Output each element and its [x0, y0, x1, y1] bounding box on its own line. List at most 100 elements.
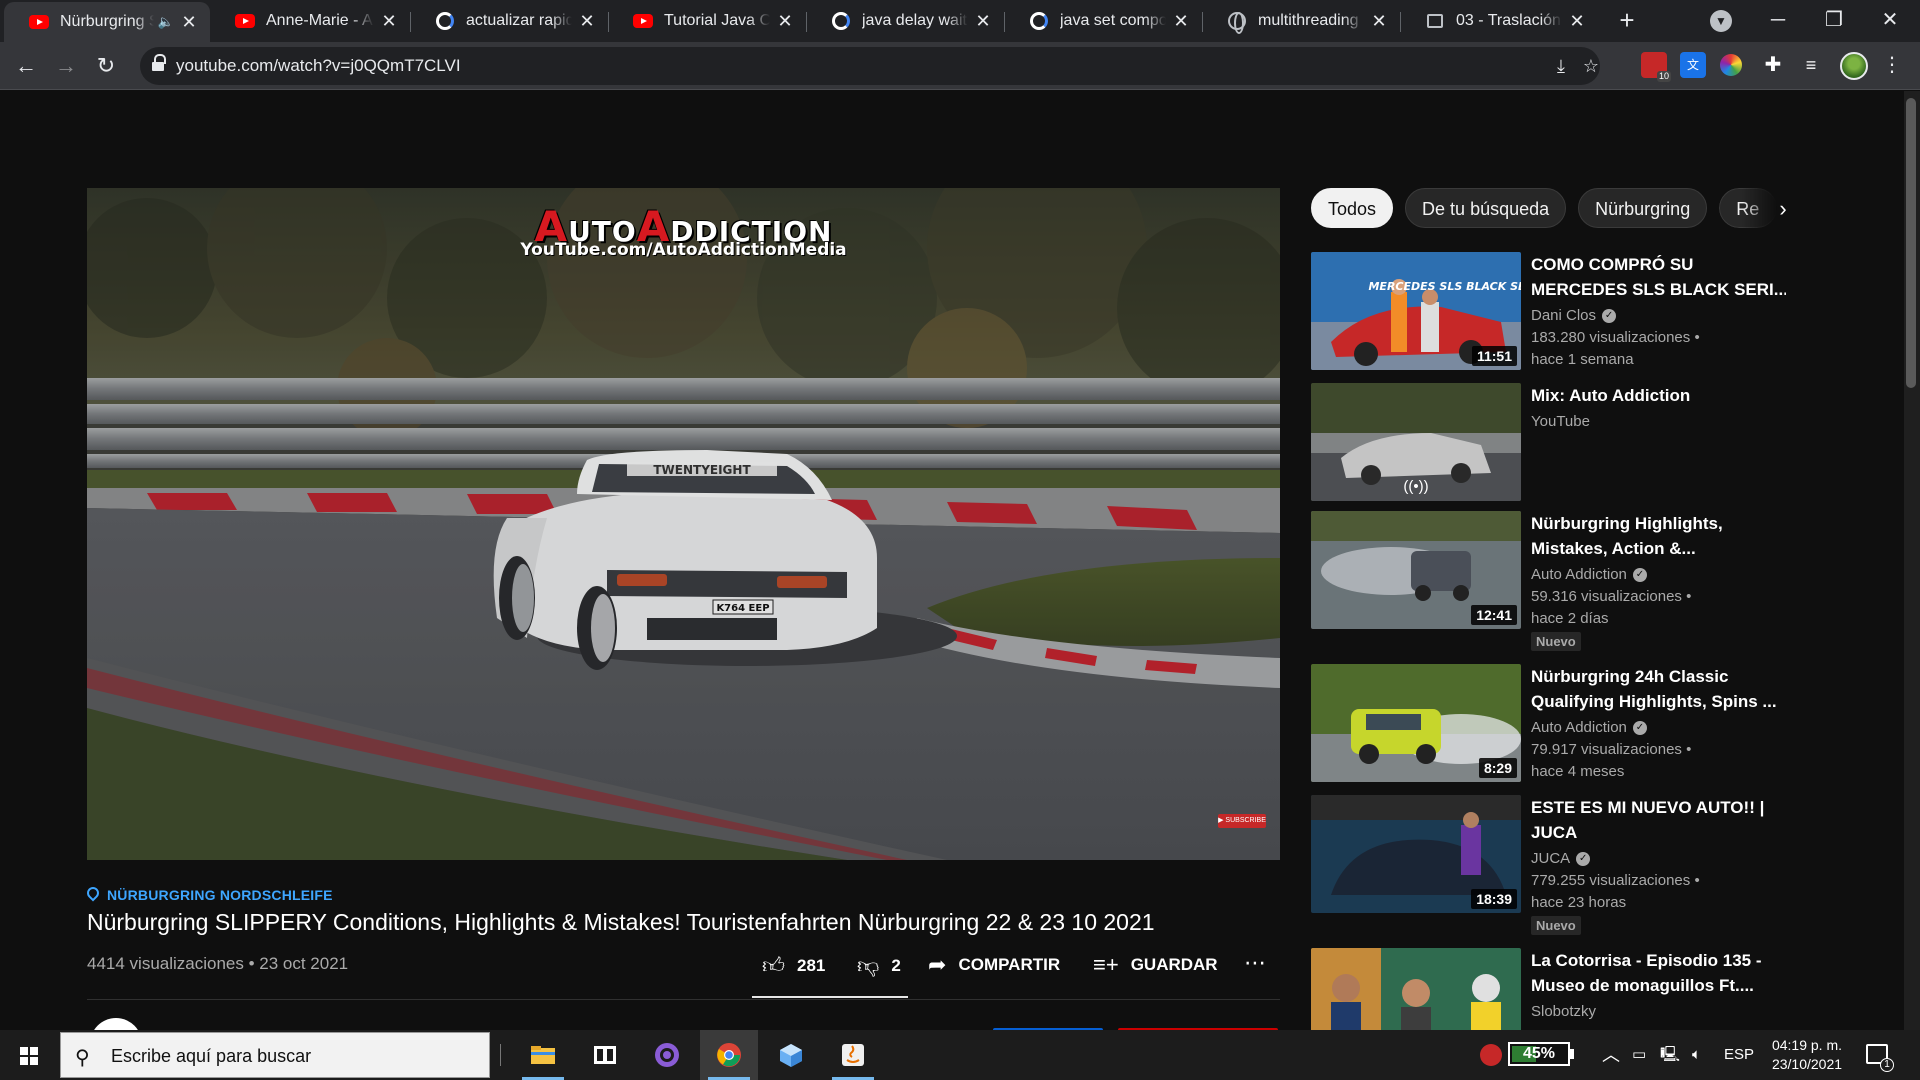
- close-icon[interactable]: ✕: [974, 12, 992, 30]
- close-icon[interactable]: ✕: [1568, 12, 1586, 30]
- 3d-viewer-button[interactable]: [762, 1030, 820, 1080]
- save-button[interactable]: ≡+ GUARDAR: [1093, 952, 1218, 978]
- video-thumbnail[interactable]: [1311, 948, 1521, 1030]
- rec-channel-name[interactable]: Auto Addiction ✓: [1531, 719, 1647, 736]
- dislike-button[interactable]: 👎︎ 2: [857, 952, 901, 979]
- system-clock[interactable]: 04:19 p. m. 23/10/2021: [1762, 1036, 1852, 1074]
- adblock-icon[interactable]: 10: [1641, 52, 1671, 82]
- lock-icon[interactable]: [152, 54, 166, 72]
- video-player[interactable]: TWENTYEIGHT K764 EEP AUTOADDICTION YouTu…: [87, 188, 1280, 860]
- rec-channel-name[interactable]: Slobotzky: [1531, 1003, 1596, 1020]
- profile-avatar[interactable]: [1840, 52, 1868, 80]
- color-picker-icon[interactable]: [1720, 54, 1742, 76]
- java-icon: [842, 1044, 864, 1066]
- network-icon[interactable]: 🖳︎: [1660, 1030, 1680, 1080]
- mix-thumbnail[interactable]: ((•)): [1311, 383, 1521, 501]
- close-icon[interactable]: ✕: [1370, 12, 1388, 30]
- install-app-icon[interactable]: ⤓: [1550, 55, 1572, 77]
- new-tab-button[interactable]: +: [1612, 6, 1642, 36]
- location-text[interactable]: NÜRBURGRING NORDSCHLEIFE: [107, 887, 333, 903]
- tab-title: Anne-Marie - Alarm: [266, 12, 374, 29]
- battery-tip: [1570, 1049, 1574, 1059]
- github-desktop-button[interactable]: [638, 1030, 696, 1080]
- chevron-up-icon[interactable]: ︿: [1602, 1030, 1620, 1080]
- antivirus-icon[interactable]: [1480, 1030, 1502, 1080]
- url-text[interactable]: youtube.com/watch?v=j0QQmT7CLVI: [176, 56, 461, 76]
- rec-video-title[interactable]: La Cotorrisa - Episodio 135 - Museo de m…: [1531, 948, 1786, 998]
- speaker-icon[interactable]: 🔈: [158, 14, 174, 30]
- media-queue-icon[interactable]: ≡: [1798, 52, 1824, 78]
- puzzle-icon[interactable]: ✚: [1760, 52, 1786, 78]
- tab-java-set-component[interactable]: java set component ✕: [1004, 0, 1202, 42]
- tab-title: Nürburgring SLIPPERY Conditions: [60, 13, 154, 30]
- start-button[interactable]: [0, 1030, 58, 1080]
- rec-video-title[interactable]: COMO COMPRÓ SU MERCEDES SLS BLACK SERI..…: [1531, 252, 1786, 302]
- chevron-right-icon[interactable]: ›: [1770, 196, 1796, 222]
- rec-video-title[interactable]: Mix: Auto Addiction: [1531, 383, 1786, 408]
- file-explorer-button[interactable]: [514, 1030, 572, 1080]
- recommendation-item[interactable]: MERCEDES SLS BLACK SERIES 11:51 COMO COM…: [1311, 252, 1891, 370]
- share-button[interactable]: ➦ COMPARTIR: [928, 952, 1060, 978]
- chip-todos[interactable]: Todos: [1311, 188, 1394, 228]
- close-icon[interactable]: ✕: [380, 12, 398, 30]
- tab-anne-marie[interactable]: Anne-Marie - Alarm ✕: [210, 0, 410, 42]
- close-window-button[interactable]: ✕: [1862, 0, 1918, 42]
- language-indicator[interactable]: ESP: [1724, 1030, 1754, 1080]
- rec-channel-name[interactable]: YouTube: [1531, 413, 1590, 430]
- taskbar-search[interactable]: ⚲ Escribe aquí para buscar: [60, 1032, 490, 1078]
- tab-tutorial-java[interactable]: Tutorial Java Cambiar ✕: [608, 0, 806, 42]
- video-thumbnail[interactable]: MERCEDES SLS BLACK SERIES 11:51: [1311, 252, 1521, 370]
- forward-button[interactable]: →: [50, 50, 82, 82]
- chrome-taskbar-button[interactable]: [700, 1030, 758, 1080]
- reader-app-button[interactable]: [576, 1030, 634, 1080]
- reload-button[interactable]: ↻: [90, 50, 122, 82]
- chrome-menu-icon[interactable]: ⋮: [1882, 50, 1902, 80]
- close-icon[interactable]: ✕: [1172, 12, 1190, 30]
- close-icon[interactable]: ✕: [776, 12, 794, 30]
- video-duration: 18:39: [1471, 889, 1517, 909]
- video-thumbnail[interactable]: 12:41: [1311, 511, 1521, 629]
- volume-icon[interactable]: 🔈︎: [1692, 1030, 1701, 1080]
- rec-video-title[interactable]: ESTE ES MI NUEVO AUTO!! | JUCA: [1531, 795, 1786, 845]
- tab-nurburgring[interactable]: Nürburgring SLIPPERY Conditions 🔈 ✕: [4, 2, 210, 42]
- recommendation-item[interactable]: 8:29 Nürburgring 24h Classic Qualifying …: [1311, 664, 1891, 782]
- location-link[interactable]: NÜRBURGRING NORDSCHLEIFE: [87, 887, 333, 903]
- like-button[interactable]: 👍︎ 281: [762, 952, 825, 979]
- rec-channel-name[interactable]: JUCA ✓: [1531, 850, 1591, 867]
- video-thumbnail[interactable]: 18:39: [1311, 795, 1521, 913]
- recommendation-item[interactable]: 18:39 ESTE ES MI NUEVO AUTO!! | JUCA JUC…: [1311, 795, 1891, 940]
- rec-view-count: 779.255 visualizaciones •: [1531, 872, 1700, 889]
- recommendation-item[interactable]: ((•)) Mix: Auto Addiction YouTube: [1311, 383, 1891, 501]
- video-thumbnail[interactable]: 8:29: [1311, 664, 1521, 782]
- subscribe-watermark[interactable]: ▶ SUBSCRIBE: [1218, 814, 1266, 828]
- address-bar[interactable]: youtube.com/watch?v=j0QQmT7CLVI ⤓ ☆: [140, 47, 1600, 85]
- close-icon[interactable]: ✕: [180, 13, 198, 31]
- recommendation-item[interactable]: 12:41 Nürburgring Highlights, Mistakes, …: [1311, 511, 1891, 656]
- tab-search-button[interactable]: ▼: [1710, 10, 1732, 32]
- rec-channel-name[interactable]: Dani Clos ✓: [1531, 307, 1617, 324]
- restore-button[interactable]: ❐: [1806, 0, 1862, 42]
- minimize-button[interactable]: ─: [1750, 0, 1806, 42]
- tab-traslacion-3d[interactable]: 03 - Traslación 3D ✕: [1400, 0, 1598, 42]
- battery-indicator[interactable]: 45%: [1508, 1042, 1570, 1066]
- close-icon[interactable]: ✕: [578, 12, 596, 30]
- chip-nurburgring[interactable]: Nürburgring: [1578, 188, 1708, 228]
- rec-channel-name[interactable]: Auto Addiction ✓: [1531, 566, 1647, 583]
- tab-java-delay[interactable]: java delay wait keep ✕: [806, 0, 1004, 42]
- battery-icon[interactable]: ▭: [1632, 1030, 1646, 1080]
- bookmark-star-icon[interactable]: ☆: [1580, 55, 1602, 77]
- more-actions-button[interactable]: ⋯: [1244, 950, 1266, 976]
- java-app-button[interactable]: [824, 1030, 882, 1080]
- thumbnail-image: [1311, 948, 1521, 1030]
- recommendation-item[interactable]: La Cotorrisa - Episodio 135 - Museo de m…: [1311, 948, 1891, 1030]
- thumbnail-caption: MERCEDES SLS BLACK SERIES: [1368, 280, 1521, 293]
- tab-actualizar[interactable]: actualizar rapidamente ✕: [410, 0, 608, 42]
- back-button[interactable]: ←: [10, 50, 42, 82]
- chip-related[interactable]: Re: [1719, 188, 1778, 228]
- chip-de-tu-busqueda[interactable]: De tu búsqueda: [1405, 188, 1567, 228]
- translate-icon[interactable]: 文: [1680, 52, 1706, 78]
- rec-video-title[interactable]: Nürburgring Highlights, Mistakes, Action…: [1531, 511, 1786, 561]
- tab-multithreading[interactable]: multithreading - Is ✕: [1202, 0, 1400, 42]
- rec-video-title[interactable]: Nürburgring 24h Classic Qualifying Highl…: [1531, 664, 1786, 714]
- scrollbar-thumb[interactable]: [1906, 98, 1916, 388]
